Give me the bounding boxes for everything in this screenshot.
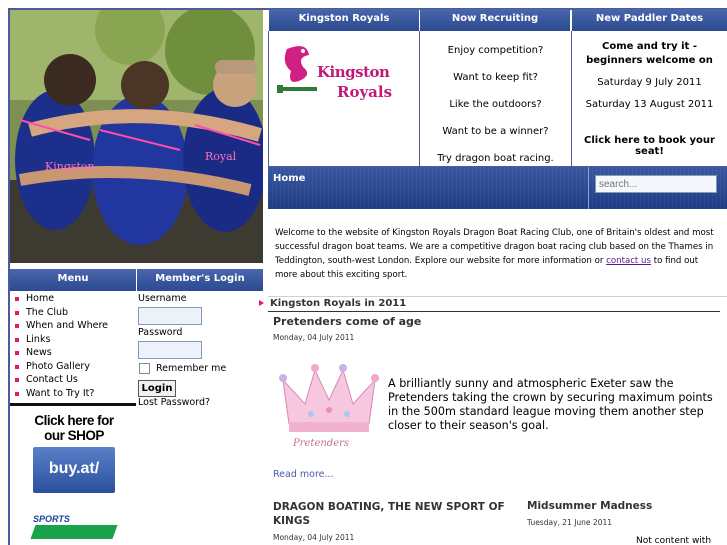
dragon-logo-icon (277, 46, 317, 93)
nav-home-link[interactable]: Home (273, 173, 305, 184)
recruiting-panel: Enjoy competition? Want to keep fit? Lik… (420, 31, 572, 167)
book-seat-link[interactable]: Click here to book your seat! (572, 135, 727, 157)
date-2: Saturday 13 August 2011 (585, 99, 714, 110)
right-article-date: Tuesday, 21 June 2011 (527, 518, 613, 527)
recruit-line-4: Want to be a winner? (442, 126, 549, 137)
shop-line-2: our SHOP (44, 428, 104, 443)
right-article-title[interactable]: Midsummer Madness (527, 500, 652, 512)
pretenders-caption: Pretenders (293, 438, 350, 449)
team-photo-illustration: Kingston Royal (10, 10, 263, 263)
menu-item-when-and-where[interactable]: When and Where (10, 319, 136, 333)
date-1: Saturday 9 July 2011 (597, 77, 702, 88)
left-article-title-line2: KINGS (273, 515, 311, 527)
remember-me-label: Remember me (156, 363, 227, 374)
login-header: Member's Login (137, 269, 263, 291)
team-photo: Kingston Royal (10, 10, 263, 263)
section-title: Kingston Royals in 2011 (270, 298, 407, 309)
menu-item-the-club[interactable]: The Club (10, 306, 136, 320)
svg-text:Kingston: Kingston (45, 160, 95, 173)
paddler-dates-panel: Come and try it - beginners welcome on S… (572, 31, 727, 167)
shop-link[interactable]: Click here for our SHOP (28, 413, 120, 443)
content-divider (268, 296, 727, 297)
menu-item-news[interactable]: News (10, 346, 136, 360)
menu-item-links[interactable]: Links (10, 333, 136, 347)
left-article-title-line1: DRAGON BOATING, THE NEW SPORT OF (273, 501, 505, 513)
recruit-line-5: Try dragon boat racing. (437, 153, 554, 164)
sponsor-logo[interactable]: SPORTS (30, 514, 118, 542)
recruit-line-3: Like the outdoors? (449, 99, 542, 110)
logo-text-line2: Royals (337, 83, 393, 101)
sponsor-stripe (30, 525, 118, 539)
username-label: Username (138, 293, 187, 304)
dates-intro-1: Come and try it - (602, 41, 697, 52)
left-article-title[interactable]: DRAGON BOATING, THE NEW SPORT OF KINGS (273, 500, 505, 528)
password-label: Password (138, 327, 183, 338)
read-more-link[interactable]: Read more... (273, 469, 334, 480)
lost-password-link[interactable]: Lost Password? (138, 397, 210, 408)
header-new-paddler-dates: New Paddler Dates (572, 9, 727, 31)
buy-at-badge[interactable]: buy.at/ (33, 447, 115, 493)
pretenders-image: Pretenders (275, 362, 383, 456)
main-menu: Home The Club When and Where Links News … (10, 292, 136, 400)
recruit-line-2: Want to keep fit? (453, 72, 538, 83)
password-field[interactable] (138, 341, 202, 359)
menu-item-want-to-try-it[interactable]: Want to Try It? (10, 387, 136, 401)
login-button[interactable]: Login (138, 380, 176, 397)
menu-bottom-rule (10, 403, 136, 406)
logo-text-line1: Kingston (317, 63, 390, 81)
menu-header: Menu (10, 269, 136, 291)
username-field[interactable] (138, 307, 202, 325)
header-now-recruiting: Now Recruiting (420, 9, 570, 31)
main-article-date: Monday, 04 July 2011 (273, 333, 355, 342)
dates-intro-2: beginners welcome on (586, 55, 713, 66)
logo-panel: Kingston Royals (268, 31, 420, 167)
right-article-teaser: Not content with (636, 536, 712, 545)
main-article-title[interactable]: Pretenders come of age (273, 315, 421, 328)
left-article-date: Monday, 04 July 2011 (273, 533, 355, 542)
shop-line-1: Click here for (34, 413, 114, 428)
remember-me-checkbox[interactable] (139, 363, 150, 374)
recruit-line-1: Enjoy competition? (447, 45, 544, 56)
section-rule (268, 311, 720, 312)
main-article-body: A brilliantly sunny and atmospheric Exet… (388, 377, 713, 432)
svg-text:Royal: Royal (205, 150, 237, 163)
club-logo[interactable]: Kingston Royals (277, 41, 413, 101)
section-arrow-icon (259, 300, 264, 306)
sponsor-text: SPORTS (33, 514, 70, 524)
welcome-text: Welcome to the website of Kingston Royal… (275, 226, 720, 282)
menu-item-photo-gallery[interactable]: Photo Gallery (10, 360, 136, 374)
nav-divider (588, 167, 589, 209)
menu-item-home[interactable]: Home (10, 292, 136, 306)
contact-us-link[interactable]: contact us (606, 256, 651, 266)
search-input[interactable] (595, 175, 717, 193)
menu-item-contact-us[interactable]: Contact Us (10, 373, 136, 387)
header-kingston-royals: Kingston Royals (269, 9, 419, 31)
nav-strip: Home (268, 167, 727, 209)
